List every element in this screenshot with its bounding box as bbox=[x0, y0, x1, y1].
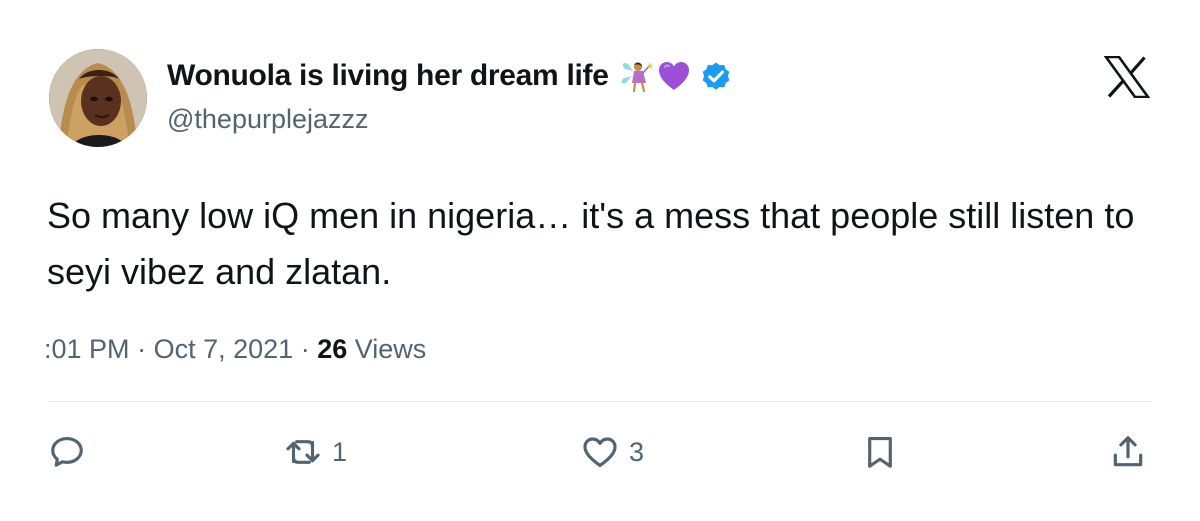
tweet-time[interactable]: :01 PM bbox=[44, 334, 130, 364]
share-icon bbox=[1113, 436, 1143, 467]
views-label: Views bbox=[354, 334, 427, 364]
views-count: 26 bbox=[317, 334, 348, 364]
meta-separator: · bbox=[137, 334, 147, 364]
verified-badge-icon[interactable] bbox=[699, 59, 733, 93]
like-button[interactable]: 3 bbox=[581, 432, 644, 472]
avatar[interactable] bbox=[49, 49, 147, 147]
tweet-date[interactable]: Oct 7, 2021 bbox=[154, 334, 294, 364]
retweet-count: 1 bbox=[332, 436, 348, 467]
avatar-image bbox=[49, 49, 147, 147]
tweet-text: So many low iQ men in nigeria… it's a me… bbox=[47, 195, 1135, 292]
bookmark-icon bbox=[868, 436, 892, 468]
tweet-meta: :01 PM · Oct 7, 2021 · 26 Views bbox=[44, 334, 426, 365]
meta-separator: · bbox=[300, 334, 310, 364]
bookmark-button[interactable] bbox=[861, 432, 899, 472]
tweet-card: Wonuola is living her dream life @thepur… bbox=[0, 0, 1200, 521]
share-button[interactable] bbox=[1109, 432, 1147, 472]
heart-icon bbox=[583, 437, 617, 468]
divider bbox=[48, 401, 1152, 402]
purple-heart-icon bbox=[657, 59, 691, 93]
fairy-emoji-icon bbox=[619, 59, 653, 93]
display-name[interactable]: Wonuola is living her dream life bbox=[167, 59, 609, 93]
reply-button[interactable] bbox=[48, 432, 86, 472]
retweet-button[interactable]: 1 bbox=[284, 432, 347, 472]
retweet-icon bbox=[286, 440, 320, 464]
x-logo-icon[interactable] bbox=[1104, 56, 1150, 98]
like-count: 3 bbox=[629, 436, 645, 467]
reply-icon bbox=[51, 436, 83, 467]
user-handle[interactable]: @thepurplejazzz bbox=[167, 104, 369, 135]
name-row: Wonuola is living her dream life bbox=[167, 56, 733, 96]
